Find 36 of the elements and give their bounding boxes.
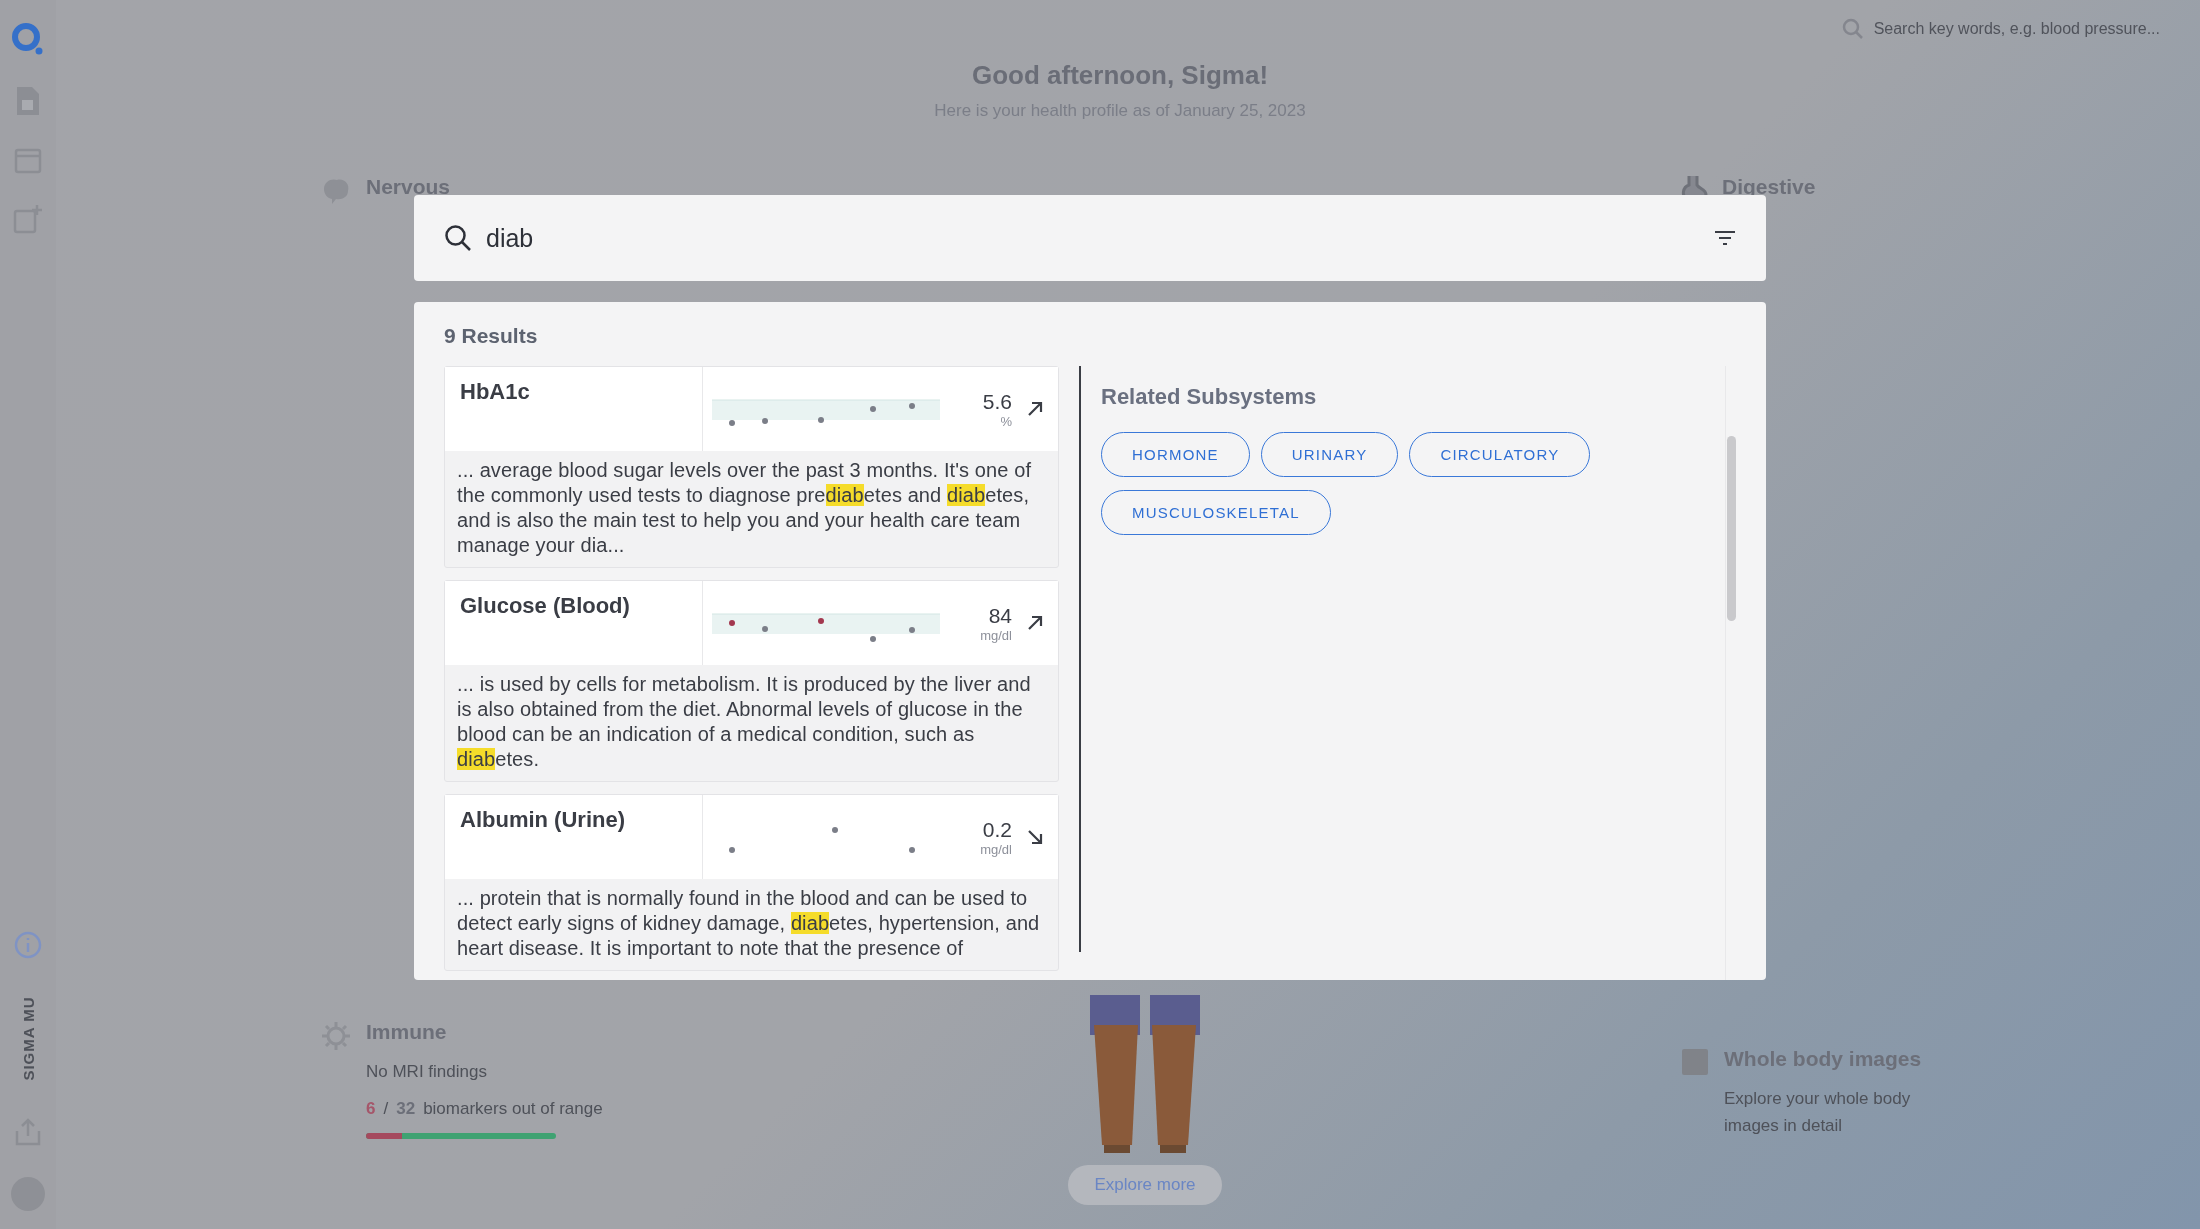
result-card[interactable] xyxy=(444,580,1059,782)
unit-label: mg/dl xyxy=(980,627,1012,643)
description-text: Explore your whole body images in detail xyxy=(1724,1087,1912,1137)
related-title: Related Subsystems xyxy=(1101,384,1318,410)
results-count: 9 Results xyxy=(444,324,539,348)
greeting: Good afternoon, Sigma! xyxy=(971,60,1269,91)
scrollbar-thumb[interactable] xyxy=(1727,436,1736,621)
image-icon xyxy=(1680,1046,1710,1077)
biomarker-value: 5.6 xyxy=(982,389,1012,414)
logo-icon[interactable] xyxy=(11,22,45,56)
search-input[interactable]: diab xyxy=(484,222,1702,254)
filter-icon[interactable] xyxy=(1714,229,1736,247)
document-icon[interactable] xyxy=(15,86,41,116)
biomarker-caption: biomarkers out of range xyxy=(423,1099,603,1119)
biomarker-value: 0.2 xyxy=(982,817,1012,842)
search-icon xyxy=(1841,18,1864,40)
finding-text: No MRI findings xyxy=(366,1060,488,1083)
result-card[interactable] xyxy=(444,794,1059,971)
explore-more-button[interactable]: Explore more xyxy=(1068,1165,1222,1205)
result-snippet: ... protein that is normally found in the blood and can be used to detect early signs of kidney damage, diabetes, hypertension, and heart disease. It is important to note that the presence of xyxy=(456,886,1041,961)
result-card[interactable] xyxy=(444,366,1059,568)
search-icon xyxy=(444,224,472,252)
unit-label: mg/dl xyxy=(980,841,1012,857)
result-snippet: ... is used by cells for metabolism. It is produced by the liver and is also obtained from the diet. Abnormal levels of glucose in the blood can be an indication of a medical condition, such as diabetes. xyxy=(456,672,1032,772)
slash: / xyxy=(383,1099,389,1119)
biomarker-name: HbA1c xyxy=(445,367,703,451)
biomarker-name: Glucose (Blood) xyxy=(445,581,703,665)
biomarker-name: Albumin (Urine) xyxy=(445,795,703,879)
unit-label: % xyxy=(1000,413,1012,429)
info-icon[interactable] xyxy=(13,930,43,960)
result-snippet: ... average blood sugar levels over the past 3 months. It's one of the commonly used tests to diagnose prediabetes and diabetes, and is also the main test to help you and your health care team manage your dia... xyxy=(456,458,1033,558)
user-name[interactable]: SIGMA MU xyxy=(19,996,37,1081)
search-field[interactable]: diab xyxy=(414,195,1766,281)
search-placeholder[interactable]: Search key words, e.g. blood pressure... xyxy=(1873,20,2160,38)
out-of-range-count: 6 xyxy=(366,1099,376,1119)
biomarker-value: 84 xyxy=(988,603,1012,628)
